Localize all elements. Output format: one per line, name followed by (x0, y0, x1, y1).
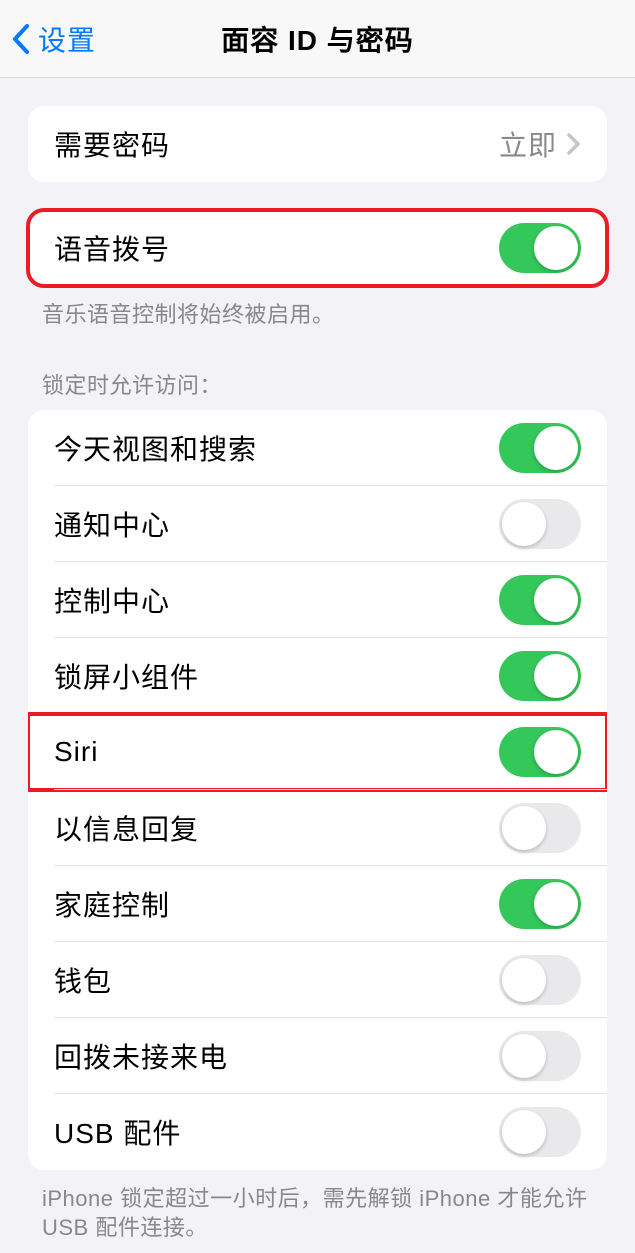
toggle-knob (502, 1034, 546, 1078)
locked-access-row: Siri (28, 714, 607, 790)
locked-access-toggle[interactable] (499, 1031, 581, 1081)
locked-access-toggle[interactable] (499, 499, 581, 549)
locked-access-label: 回拨未接来电 (54, 1036, 499, 1076)
locked-access-row: 回拨未接来电 (28, 1018, 607, 1094)
locked-access-label: 通知中心 (54, 504, 499, 544)
locked-access-row: 家庭控制 (28, 866, 607, 942)
locked-access-row: 以信息回复 (28, 790, 607, 866)
locked-access-row: 锁屏小组件 (28, 638, 607, 714)
locked-access-toggle[interactable] (499, 879, 581, 929)
locked-access-toggle[interactable] (499, 803, 581, 853)
locked-access-row: 钱包 (28, 942, 607, 1018)
toggle-knob (502, 1110, 546, 1154)
toggle-knob (534, 426, 578, 470)
locked-access-footer: iPhone 锁定超过一小时后，需先解锁 iPhone 才能允许 USB 配件连… (0, 1170, 635, 1243)
require-passcode-row[interactable]: 需要密码 立即 (28, 106, 607, 182)
locked-access-toggle[interactable] (499, 955, 581, 1005)
locked-access-label: 以信息回复 (54, 808, 499, 848)
locked-access-label: 今天视图和搜索 (54, 428, 499, 468)
locked-access-label: Siri (54, 736, 499, 768)
voice-dial-toggle[interactable] (499, 223, 581, 273)
toggle-knob (534, 882, 578, 926)
page-title: 面容 ID 与密码 (221, 19, 414, 59)
locked-access-header: 锁定时允许访问： (0, 330, 635, 410)
locked-access-row: 控制中心 (28, 562, 607, 638)
locked-access-toggle[interactable] (499, 727, 581, 777)
toggle-knob (502, 502, 546, 546)
locked-access-group: 今天视图和搜索通知中心控制中心锁屏小组件 Siri 以信息回复家庭控制钱包回拨未接来… (28, 410, 607, 1170)
content: 需要密码 立即 语音拨号 音乐语音控制将始终被启用。 锁定时允许访问： 今天视图… (0, 106, 635, 1243)
toggle-knob (502, 958, 546, 1002)
locked-access-toggle[interactable] (499, 651, 581, 701)
locked-access-label: 家庭控制 (54, 884, 499, 924)
require-passcode-label: 需要密码 (54, 124, 499, 164)
locked-access-label: USB 配件 (54, 1112, 499, 1152)
voice-dial-label: 语音拨号 (54, 228, 499, 268)
chevron-right-icon (567, 133, 581, 155)
locked-access-toggle[interactable] (499, 423, 581, 473)
locked-access-toggle[interactable] (499, 575, 581, 625)
back-button[interactable]: 设置 (0, 19, 96, 59)
toggle-knob (502, 806, 546, 850)
toggle-knob (534, 730, 578, 774)
locked-access-label: 钱包 (54, 960, 499, 1000)
locked-access-row: 通知中心 (28, 486, 607, 562)
back-label: 设置 (38, 19, 96, 59)
locked-access-row: USB 配件 (28, 1094, 607, 1170)
require-passcode-value: 立即 (499, 124, 557, 164)
toggle-knob (534, 578, 578, 622)
voice-dial-row: 语音拨号 (28, 210, 607, 286)
voice-dial-footer: 音乐语音控制将始终被启用。 (0, 286, 635, 330)
navigation-bar: 设置 面容 ID 与密码 (0, 0, 635, 78)
toggle-knob (534, 226, 578, 270)
toggle-knob (534, 654, 578, 698)
chevron-back-icon (12, 24, 30, 54)
locked-access-label: 锁屏小组件 (54, 656, 499, 696)
locked-access-label: 控制中心 (54, 580, 499, 620)
locked-access-toggle[interactable] (499, 1107, 581, 1157)
voice-dial-group: 语音拨号 (28, 210, 607, 286)
locked-access-row: 今天视图和搜索 (28, 410, 607, 486)
require-passcode-group: 需要密码 立即 (28, 106, 607, 182)
